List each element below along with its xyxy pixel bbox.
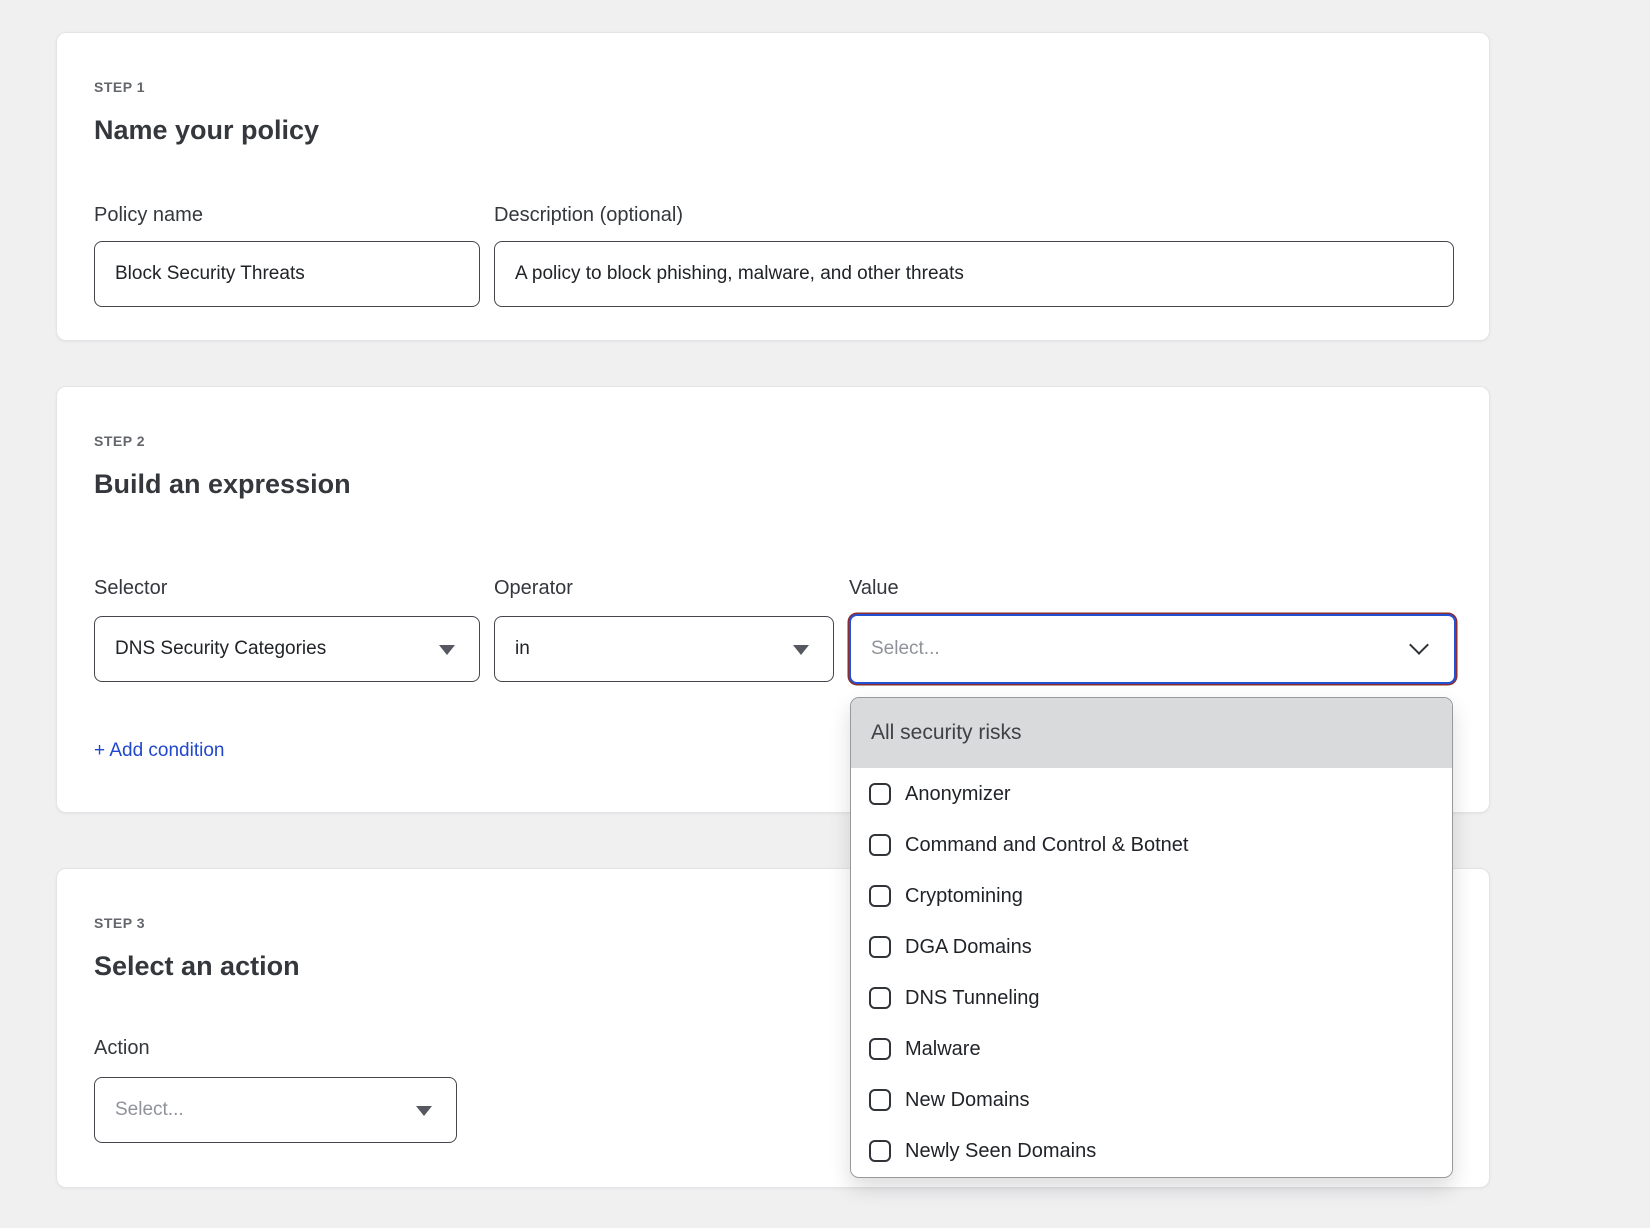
step2-label: STEP 2 (94, 433, 145, 449)
caret-down-icon (793, 645, 809, 655)
action-placeholder: Select... (115, 1099, 184, 1121)
step3-label: STEP 3 (94, 915, 145, 931)
step2-title: Build an expression (94, 467, 351, 501)
operator-select-value: in (515, 638, 530, 660)
dropdown-option-dga-domains[interactable]: DGA Domains (851, 921, 1452, 972)
selector-select-value: DNS Security Categories (115, 638, 326, 660)
selector-label: Selector (94, 577, 167, 599)
operator-select[interactable]: in (494, 616, 834, 682)
dropdown-option-newly-seen-domains[interactable]: Newly Seen Domains (851, 1125, 1452, 1176)
selector-select[interactable]: DNS Security Categories (94, 616, 480, 682)
operator-label: Operator (494, 577, 573, 599)
option-label: Anonymizer (905, 782, 1011, 806)
checkbox-unchecked-icon[interactable] (869, 1140, 891, 1162)
value-label: Value (849, 577, 899, 599)
add-condition-link[interactable]: + Add condition (94, 739, 224, 763)
caret-down-icon (416, 1106, 432, 1116)
checkbox-unchecked-icon[interactable] (869, 936, 891, 958)
option-label: New Domains (905, 1088, 1029, 1112)
option-label: DNS Tunneling (905, 986, 1040, 1010)
policy-builder-page: STEP 1 Name your policy Policy name Desc… (0, 0, 1650, 1228)
chevron-down-icon (1409, 635, 1429, 655)
dropdown-option-malware[interactable]: Malware (851, 1023, 1452, 1074)
checkbox-unchecked-icon[interactable] (869, 783, 891, 805)
caret-down-icon (439, 645, 455, 655)
checkbox-unchecked-icon[interactable] (869, 1038, 891, 1060)
step1-title: Name your policy (94, 113, 319, 147)
policy-name-input[interactable] (94, 241, 480, 307)
option-label: DGA Domains (905, 935, 1032, 959)
dropdown-option-cryptomining[interactable]: Cryptomining (851, 870, 1452, 921)
checkbox-unchecked-icon[interactable] (869, 834, 891, 856)
option-label: Command and Control & Botnet (905, 833, 1189, 857)
dropdown-option-dns-tunneling[interactable]: DNS Tunneling (851, 972, 1452, 1023)
option-label: Cryptomining (905, 884, 1023, 908)
checkbox-unchecked-icon[interactable] (869, 1089, 891, 1111)
dropdown-option-anonymizer[interactable]: Anonymizer (851, 768, 1452, 819)
policy-name-label: Policy name (94, 204, 203, 226)
checkbox-unchecked-icon[interactable] (869, 885, 891, 907)
option-label: Newly Seen Domains (905, 1139, 1096, 1163)
step1-label: STEP 1 (94, 79, 145, 95)
checkbox-unchecked-icon[interactable] (869, 987, 891, 1009)
step3-title: Select an action (94, 949, 300, 983)
step1-card: STEP 1 Name your policy Policy name Desc… (56, 32, 1490, 341)
dropdown-group-header-label: All security risks (871, 721, 1022, 745)
action-label: Action (94, 1037, 150, 1059)
dropdown-option-new-domains[interactable]: New Domains (851, 1074, 1452, 1125)
description-input[interactable] (494, 241, 1454, 307)
dropdown-option-command-and-control-botnet[interactable]: Command and Control & Botnet (851, 819, 1452, 870)
description-label: Description (optional) (494, 204, 683, 226)
action-select[interactable]: Select... (94, 1077, 457, 1143)
value-placeholder: Select... (871, 638, 940, 660)
value-multiselect[interactable]: Select... (849, 614, 1456, 684)
value-dropdown-panel: All security risks Anonymizer Command an… (850, 697, 1453, 1178)
option-label: Malware (905, 1037, 981, 1061)
dropdown-group-header[interactable]: All security risks (851, 698, 1452, 768)
